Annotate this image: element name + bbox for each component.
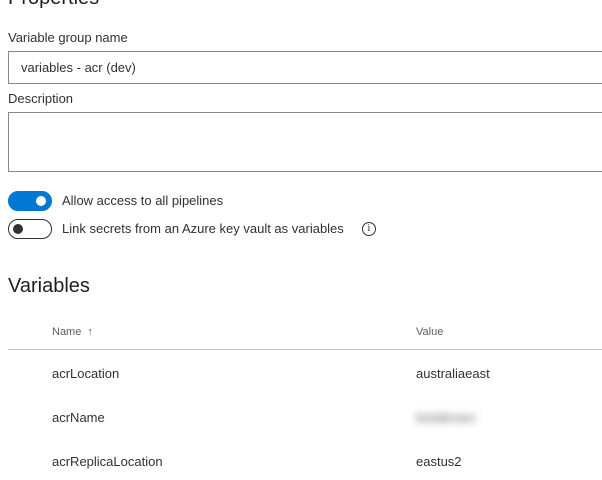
description-label: Description (8, 91, 74, 106)
link-secrets-toggle[interactable] (8, 219, 52, 239)
name-column-label: Name (52, 326, 82, 338)
allow-access-row: Allow access to all pipelines (8, 191, 223, 211)
description-textarea[interactable] (8, 112, 602, 172)
value-column-header: Value (416, 326, 444, 338)
table-row[interactable]: acrReplicaLocation eastus2 (8, 439, 602, 480)
variable-name-cell: acrName (52, 410, 105, 425)
variable-value-cell: australiaeast (416, 366, 490, 381)
properties-heading: Properties (8, 0, 99, 10)
allow-access-label: Allow access to all pipelines (62, 193, 224, 208)
info-icon[interactable]: i (361, 222, 376, 236)
variable-group-properties-page: Properties Variable group name Descripti… (0, 0, 602, 480)
variable-name-cell: acrLocation (52, 366, 120, 381)
variable-name-cell: acrReplicaLocation (52, 454, 163, 469)
toggle-knob (13, 224, 23, 234)
link-secrets-row: Link secrets from an Azure key vault as … (8, 219, 376, 239)
variable-value-cell-redacted: testdevacr (416, 410, 476, 425)
table-row[interactable]: acrName testdevacr (8, 395, 602, 439)
link-secrets-label: Link secrets from an Azure key vault as … (62, 221, 344, 236)
variable-group-name-label: Variable group name (8, 30, 128, 45)
variable-value-cell: eastus2 (416, 454, 462, 469)
table-row[interactable]: acrLocation australiaeast (8, 351, 602, 395)
variable-group-name-input[interactable] (8, 51, 602, 84)
toggle-knob (36, 196, 46, 206)
name-column-header[interactable]: Name ↑ (52, 325, 93, 339)
allow-access-toggle[interactable] (8, 191, 52, 211)
arrow-up-icon: ↑ (87, 326, 93, 338)
variables-table-header: Name ↑ Value (8, 316, 602, 350)
variables-heading: Variables (8, 275, 90, 297)
